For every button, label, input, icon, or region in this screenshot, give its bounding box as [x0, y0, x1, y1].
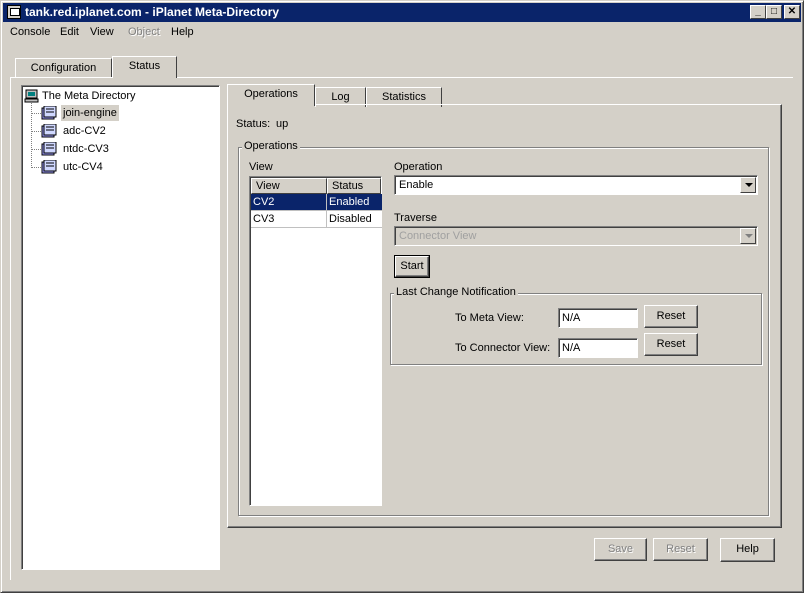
reset-button[interactable]: Reset: [653, 538, 708, 561]
tree-item-adc-cv2[interactable]: adc-CV2: [41, 123, 141, 139]
traverse-select-value: Connector View: [399, 230, 477, 242]
close-button[interactable]: ✕: [784, 5, 800, 19]
operations-group-legend: Operations: [242, 140, 300, 152]
view-table[interactable]: View Status CV2 Enabled CV3 Disabled: [249, 176, 382, 506]
row-status: Enabled: [327, 194, 382, 211]
tree-item-label: utc-CV4: [63, 161, 103, 173]
column-header-view[interactable]: View: [251, 178, 327, 194]
column-header-status[interactable]: Status: [327, 178, 381, 194]
help-button[interactable]: Help: [720, 538, 775, 562]
meta-view-field[interactable]: N/A: [558, 308, 638, 328]
traverse-select[interactable]: Connector View: [394, 226, 758, 246]
server-icon: [41, 124, 57, 138]
tree-item-label: adc-CV2: [63, 125, 106, 137]
row-view: CV2: [251, 194, 327, 211]
table-row[interactable]: CV3 Disabled: [251, 211, 382, 228]
app-icon[interactable]: [7, 5, 21, 19]
connector-view-field[interactable]: N/A: [558, 338, 638, 358]
start-button[interactable]: Start: [394, 255, 430, 278]
reset-meta-button[interactable]: Reset: [644, 305, 698, 328]
window-title: tank.red.iplanet.com - iPlanet Meta-Dire…: [25, 5, 280, 19]
status-label: Status:: [236, 118, 271, 130]
title-bar[interactable]: tank.red.iplanet.com - iPlanet Meta-Dire…: [3, 3, 801, 22]
tab-operations[interactable]: Operations: [227, 84, 315, 106]
menu-bar: Console Edit View Object Help: [3, 23, 801, 42]
menu-help[interactable]: Help: [171, 26, 194, 38]
table-row[interactable]: CV2 Enabled: [251, 194, 382, 211]
meta-view-label: To Meta View:: [455, 312, 524, 324]
tree-root-label: The Meta Directory: [42, 90, 136, 102]
row-view: CV3: [251, 211, 327, 228]
server-icon: [41, 106, 57, 120]
menu-edit[interactable]: Edit: [60, 26, 79, 38]
tree-item-label: join-engine: [61, 105, 119, 121]
row-status: Disabled: [327, 211, 382, 228]
menu-console[interactable]: Console: [10, 26, 50, 38]
chevron-down-icon[interactable]: [740, 228, 756, 244]
maximize-button[interactable]: □: [766, 5, 782, 19]
menu-view[interactable]: View: [90, 26, 114, 38]
save-button[interactable]: Save: [594, 538, 647, 561]
tree-item-utc-cv4[interactable]: utc-CV4: [41, 159, 141, 175]
operation-select[interactable]: Enable: [394, 175, 758, 195]
tree-item-label: ntdc-CV3: [63, 143, 109, 155]
tab-status[interactable]: Status: [112, 56, 177, 78]
operation-label: Operation: [394, 161, 443, 173]
tree-item-ntdc-cv3[interactable]: ntdc-CV3: [41, 141, 141, 157]
traverse-label: Traverse: [394, 212, 437, 224]
notification-group-legend: Last Change Notification: [394, 286, 518, 298]
chevron-down-icon[interactable]: [740, 177, 756, 193]
status-value: up: [276, 118, 289, 130]
tree-item-join-engine[interactable]: join-engine: [41, 105, 141, 121]
view-label: View: [249, 161, 273, 173]
server-icon: [41, 142, 57, 156]
server-icon: [41, 160, 57, 174]
menu-object[interactable]: Object: [128, 26, 160, 38]
computer-icon: [24, 89, 39, 103]
directory-tree[interactable]: The Meta Directory join-engine adc-CV2 n…: [21, 85, 220, 570]
minimize-button[interactable]: _: [750, 5, 766, 19]
tab-configuration[interactable]: Configuration: [15, 58, 112, 78]
operation-select-value: Enable: [399, 179, 434, 191]
reset-connector-button[interactable]: Reset: [644, 333, 698, 356]
connector-view-label: To Connector View:: [455, 342, 551, 354]
